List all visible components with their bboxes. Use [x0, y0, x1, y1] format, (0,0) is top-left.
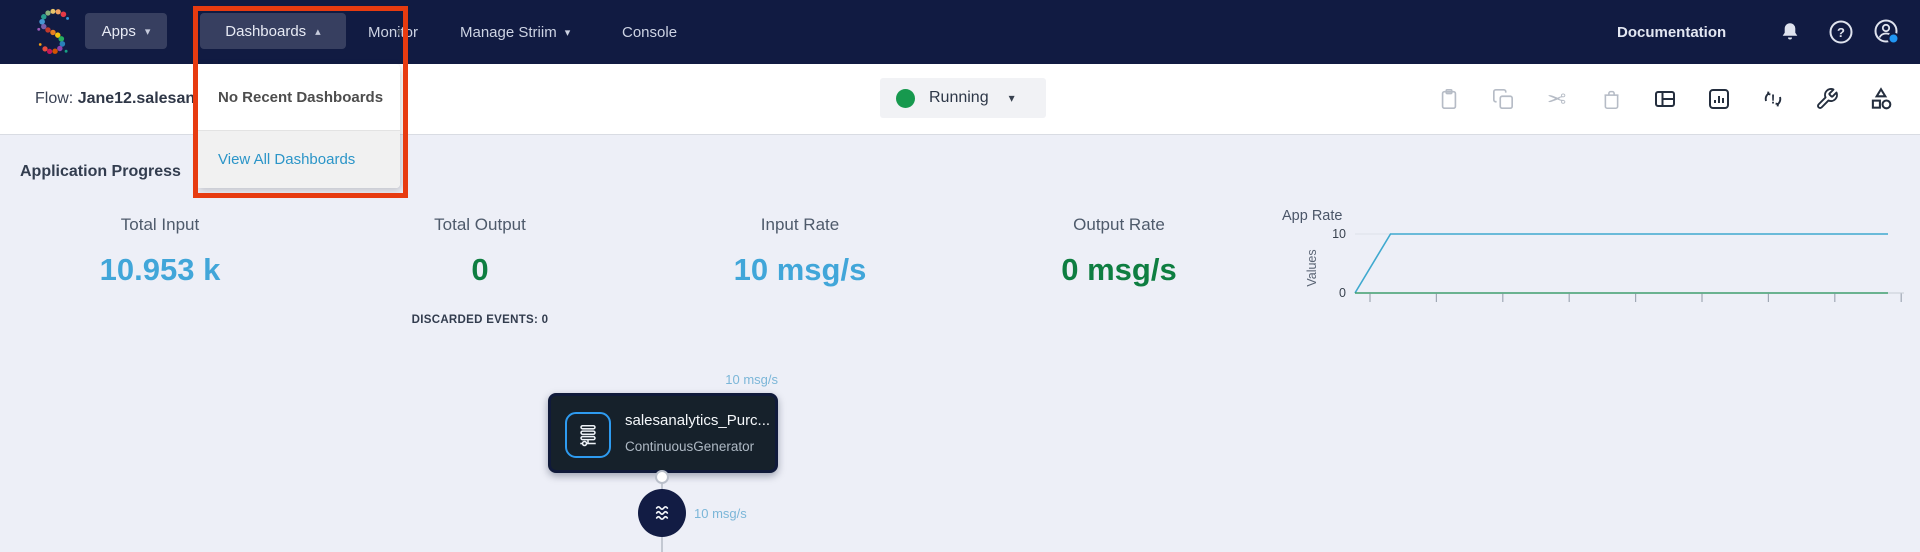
nav-console-link[interactable]: Console [622, 0, 677, 64]
account-icon[interactable] [1872, 17, 1902, 47]
node-title: salesanalytics_Purc... [625, 412, 771, 429]
recover-glyph: ! [1764, 91, 1782, 107]
chevron-down-icon: ▾ [564, 26, 571, 39]
nav-dashboards-label: Dashboards [225, 22, 307, 40]
bell-glyph [1782, 23, 1798, 40]
chart-title: App Rate [1282, 208, 1342, 224]
notifications-bell-icon[interactable] [1775, 17, 1805, 47]
metric-value: 0 msg/s [1061, 252, 1177, 287]
flow-label: Flow: [35, 90, 74, 107]
status-dropdown[interactable]: Running ▾ [880, 78, 1046, 118]
table-view-icon[interactable] [1652, 86, 1678, 112]
metric-value: 10.953 k [99, 252, 221, 287]
flow-breadcrumb: Flow: Jane12.salesanaly [35, 64, 217, 134]
discarded-events-caption: DISCARDED EVENTS: 0 [411, 314, 549, 326]
source-node[interactable]: salesanalytics_Purc... ContinuousGenerat… [548, 393, 778, 473]
account-glyph [1874, 19, 1900, 45]
scissors-glyph: ✂ [1547, 85, 1567, 112]
metric-label: Total Input [120, 215, 200, 234]
metric-total-output: Total Output 0 DISCARDED EVENTS: 0 [320, 215, 640, 326]
nav-documentation-link[interactable]: Documentation [1617, 0, 1726, 64]
no-recent-dashboards-item: No Recent Dashboards [196, 64, 400, 131]
flow-actions-toolbar: ✂ ! [1436, 64, 1894, 134]
metric-label: Output Rate [1073, 215, 1165, 234]
source-generator-icon [565, 412, 611, 458]
copy-icon[interactable] [1490, 86, 1516, 112]
status-label: Running [929, 89, 989, 106]
monitor-chart-icon[interactable] [1706, 86, 1732, 112]
chart-series-lines [1354, 233, 1888, 294]
nav-apps-button[interactable]: Apps ▾ [85, 13, 167, 49]
app-rate-chart: App Rate Values 10 0 [1270, 198, 1918, 318]
paste-glyph [1441, 89, 1457, 109]
stream-node[interactable] [638, 489, 686, 537]
chart-y-axis-label: Values [1305, 249, 1319, 286]
nav-monitor-label: Monitor [368, 23, 419, 41]
node-output-rate-label: 10 msg/s [725, 372, 778, 387]
tools-icon[interactable] [1814, 86, 1840, 112]
metric-label: Input Rate [760, 215, 840, 234]
metric-input-rate: Input Rate 10 msg/s [640, 215, 960, 288]
chevron-up-icon: ▴ [315, 25, 321, 38]
nav-console-label: Console [622, 23, 678, 41]
chevron-down-icon: ▾ [144, 25, 151, 38]
trash-glyph [1604, 90, 1618, 109]
nav-apps-label: Apps [101, 22, 136, 40]
svg-text:?: ? [1837, 25, 1845, 40]
shapes-glyph [1871, 87, 1892, 110]
bar-chart-glyph [1709, 89, 1729, 109]
nav-manage-striim-link[interactable]: Manage Striim ▾ [460, 0, 570, 64]
stream-rate-label: 10 msg/s [694, 506, 747, 521]
status-dot-icon [896, 88, 915, 108]
cut-icon[interactable]: ✂ [1544, 86, 1570, 112]
nav-manage-striim-label: Manage Striim [460, 23, 557, 41]
question-glyph: ? [1829, 20, 1853, 44]
svg-text:!: ! [1771, 92, 1775, 107]
node-subtitle: ContinuousGenerator [625, 439, 755, 454]
wrench-glyph [1817, 88, 1838, 109]
nav-dashboards-button[interactable]: Dashboards ▴ [200, 13, 346, 49]
series-input-rate [1354, 233, 1888, 294]
y-tick-0: 0 [1339, 286, 1346, 300]
help-icon[interactable]: ? [1826, 17, 1856, 47]
dashboards-dropdown-menu: No Recent Dashboards View All Dashboards [196, 64, 400, 188]
top-nav: Apps ▾ Dashboards ▴ Monitor Manage Strii… [0, 0, 1920, 64]
striim-logo-dots [37, 8, 70, 55]
copy-glyph [1493, 89, 1513, 109]
node-output-port[interactable] [655, 470, 669, 484]
y-tick-10: 10 [1332, 227, 1346, 241]
metric-value: 0 [471, 252, 489, 287]
metric-label: Total Output [434, 215, 526, 234]
delete-icon[interactable] [1598, 86, 1624, 112]
table-glyph [1655, 91, 1675, 107]
view-all-dashboards-link[interactable]: View All Dashboards [196, 131, 400, 188]
metric-value: 10 msg/s [733, 252, 867, 287]
recover-icon[interactable]: ! [1760, 86, 1786, 112]
generator-glyph [580, 424, 596, 447]
striim-logo-icon[interactable] [32, 8, 76, 61]
metric-total-input: Total Input 10.953 k [0, 215, 320, 288]
flow-elements-icon[interactable] [1868, 86, 1894, 112]
metric-output-rate: Output Rate 0 msg/s [959, 215, 1279, 288]
flow-select-caret-icon[interactable]: ▾ [396, 25, 402, 39]
application-progress-title: Application Progress [20, 163, 181, 180]
nav-monitor-link[interactable]: Monitor [368, 0, 418, 64]
x-axis-ticks [1369, 293, 1902, 302]
stream-waves-icon [655, 505, 669, 521]
paste-icon[interactable] [1436, 86, 1462, 112]
chevron-down-icon: ▾ [1008, 91, 1015, 105]
app-rate-plot: App Rate Values 10 0 [1282, 208, 1904, 302]
nav-documentation-label: Documentation [1617, 23, 1727, 41]
